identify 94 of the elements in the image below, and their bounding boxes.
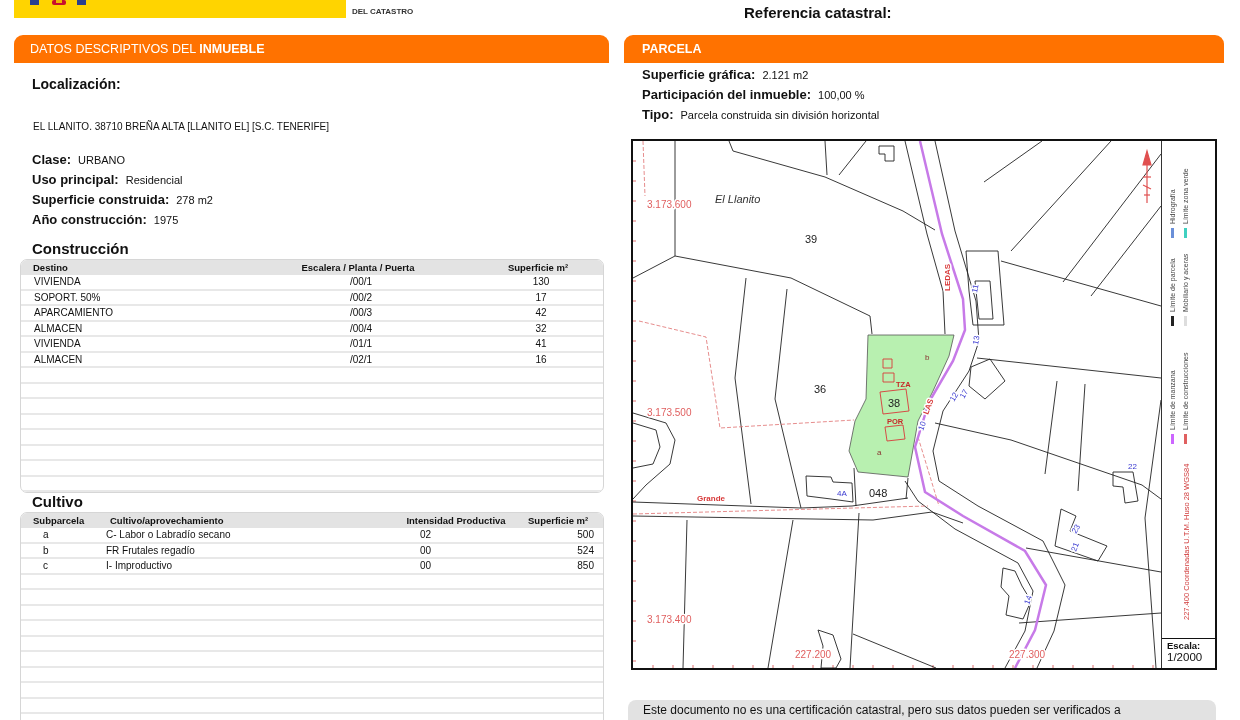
table-value: 00 <box>420 560 432 571</box>
dashed-boundary-line <box>642 141 646 197</box>
house-number: 14 <box>1022 594 1034 606</box>
subparcel-letter: a <box>877 448 882 457</box>
building-outline <box>805 475 854 503</box>
house-number: 22 <box>1128 462 1137 471</box>
house-number: 4A <box>837 489 847 498</box>
table-value: 32 <box>535 322 547 334</box>
building-outline <box>1000 567 1032 620</box>
field-value: URBANO <box>78 153 126 168</box>
building-outline <box>1054 508 1108 562</box>
table-value: /00/1 <box>349 276 373 287</box>
table-value: 130 <box>532 276 550 287</box>
column-header: Destino <box>33 262 68 273</box>
section-header: DATOS DESCRIPTIVOS DEL INMUEBLE <box>14 35 609 63</box>
field-value: Parcela construida sin división horizontal <box>680 108 880 123</box>
table-value: 500 <box>577 529 594 540</box>
table-value: I- Improductivo <box>106 560 173 571</box>
scale-value: 1/2000 <box>1167 651 1204 664</box>
coordinate-label: 3.173.500 <box>647 407 692 418</box>
table-value: 17 <box>535 291 547 303</box>
table-value: 02 <box>420 529 432 540</box>
table-value: /00/4 <box>349 322 373 334</box>
table-value: 16 <box>535 353 547 365</box>
field-label: Uso principal: <box>32 171 119 189</box>
field-label: Año construcción: <box>32 211 147 229</box>
table-value: FR Frutales regadío <box>106 544 195 556</box>
emblem-icon <box>30 0 86 6</box>
section-header: PARCELA <box>624 35 1224 63</box>
parcel-number: 36 <box>814 383 827 395</box>
field-label: Superficie construida: <box>32 191 170 209</box>
street-name: Grande <box>697 494 725 503</box>
table-value: b <box>43 544 49 556</box>
house-number: 11 <box>970 283 981 294</box>
street-name: LEDAS <box>943 263 952 291</box>
column-header: Superficie m² <box>528 515 589 526</box>
disclaimer-note: Este documento no es una certificación catastral, pero sus datos pueden ser verificados a <box>628 700 1216 720</box>
building-outline <box>1112 471 1139 504</box>
building-outline <box>878 145 895 162</box>
table-value: ALMACEN <box>34 322 83 334</box>
table-value: 524 <box>577 544 594 556</box>
field-value: 2.121 m2 <box>762 68 809 83</box>
table-value: 41 <box>535 338 547 349</box>
table-value: /00/3 <box>349 307 373 318</box>
house-number: 23 <box>1069 522 1083 535</box>
parcel-number: 38 <box>888 397 901 409</box>
house-number: 10 <box>916 420 928 432</box>
construction-outline <box>882 372 895 383</box>
field-value: 278 m2 <box>176 193 213 208</box>
table-value: VIVIENDA <box>34 338 81 349</box>
place-name: El Llanito <box>715 193 761 205</box>
column-header: Intensidad Productiva <box>406 515 506 526</box>
table-value: c <box>43 560 48 571</box>
table-value: VIVIENDA <box>34 276 81 287</box>
agency-name: DEL CATASTRO <box>352 7 414 16</box>
address-text: EL LLANITO. 38710 BREÑA ALTA [LLANITO EL] [S.C. TENERIFE] <box>33 120 330 134</box>
table-value: a <box>43 529 49 540</box>
house-number: 13 <box>971 335 982 346</box>
table-value: SOPORT. 50% <box>34 291 101 303</box>
construction-outline <box>882 358 893 369</box>
house-number: 21 <box>1069 541 1081 553</box>
table-value: /02/1 <box>349 353 373 365</box>
column-header: Superficie m² <box>507 262 569 273</box>
column-header: Cultivo/aprovechamiento <box>110 515 224 526</box>
table-value: ALMACEN <box>34 353 83 365</box>
building-outline <box>968 358 1006 400</box>
section-title: Construcción <box>32 241 129 257</box>
table-value: /01/1 <box>349 338 373 349</box>
table-value: 850 <box>577 560 594 571</box>
reference-label: Referencia catastral: <box>744 4 892 22</box>
field-value: 100,00 % <box>818 88 865 103</box>
construction-outline <box>884 424 906 442</box>
field-value: Residencial <box>125 173 183 188</box>
north-arrow-icon <box>1142 148 1152 204</box>
field-label: Tipo: <box>642 106 674 124</box>
subparcel-letter: b <box>925 353 930 362</box>
parcel-number: 048 <box>869 487 888 499</box>
column-header: Subparcela <box>33 515 85 526</box>
street-name: LAS <box>921 397 936 416</box>
parcel-number: 39 <box>805 233 818 245</box>
table-value: 42 <box>535 307 547 318</box>
column-header: Escalera / Planta / Puerta <box>301 262 415 273</box>
table-value: APARCAMIENTO <box>34 307 114 318</box>
field-value: 1975 <box>153 213 179 228</box>
field-label: Superficie gráfica: <box>642 66 756 84</box>
scale-label: Escala: <box>1167 640 1202 651</box>
field-label: Clase: <box>32 151 72 169</box>
table-value: /00/2 <box>349 291 373 303</box>
construction-outline <box>879 388 910 415</box>
table-value: 00 <box>420 544 432 556</box>
field-label: Participación del inmueble: <box>642 86 812 104</box>
section-title: Cultivo <box>32 494 83 510</box>
location-label: Localización: <box>32 76 121 92</box>
table-value: C- Labor o Labradío secano <box>106 529 231 540</box>
